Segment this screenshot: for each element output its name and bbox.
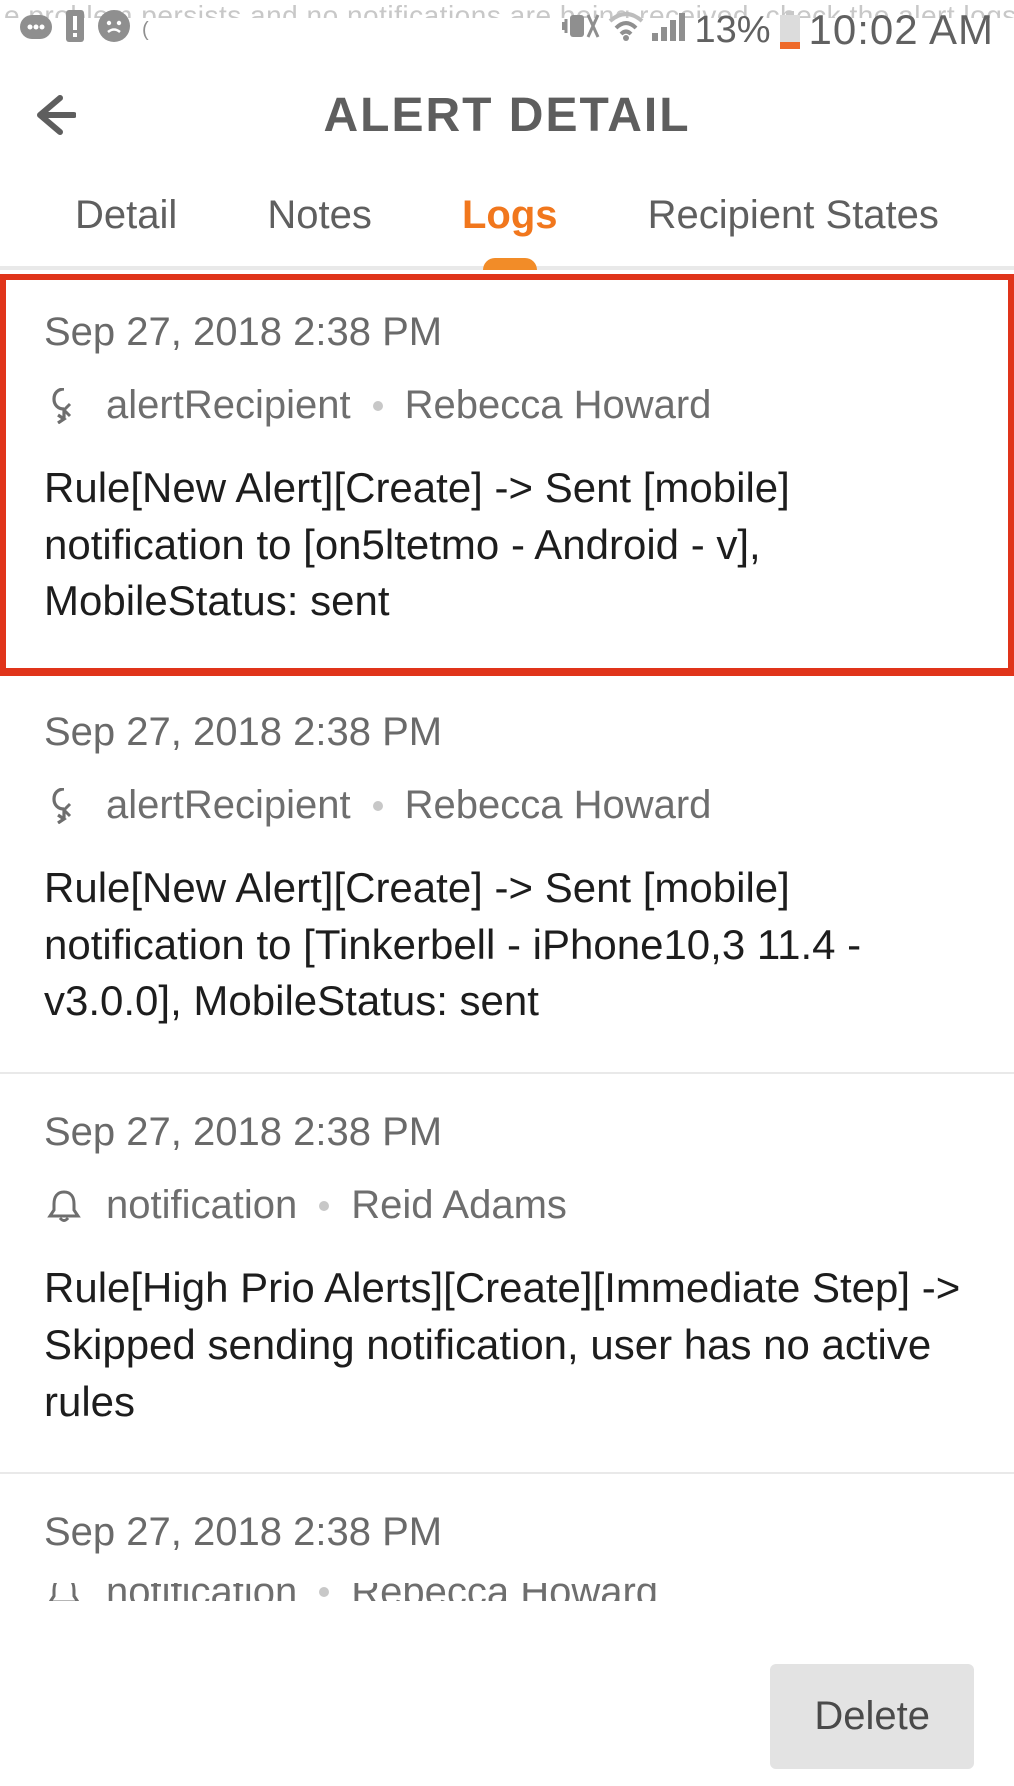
log-type-label: notification — [106, 1583, 297, 1601]
delete-button[interactable]: Delete — [770, 1664, 974, 1769]
log-timestamp: Sep 27, 2018 2:38 PM — [44, 1110, 970, 1155]
status-time: 10:02 AM — [809, 6, 994, 54]
battery-percent: 13% — [694, 9, 770, 52]
log-entry: Sep 27, 2018 2:38 PM notification Reid A… — [0, 1074, 1014, 1474]
tab-notes[interactable]: Notes — [257, 165, 382, 266]
bell-icon — [44, 1186, 84, 1226]
log-message: Rule[New Alert][Create] -> Sent [mobile]… — [44, 860, 970, 1030]
tab-logs[interactable]: Logs — [452, 165, 568, 266]
recipient-icon — [44, 386, 84, 426]
vibrate-mute-icon — [562, 9, 600, 51]
battery-icon — [779, 11, 801, 49]
log-entry: Sep 27, 2018 2:38 PM notification Rebecc… — [0, 1474, 1014, 1646]
log-actor: Rebecca Howard — [405, 383, 712, 428]
tab-recipient-states[interactable]: Recipient States — [638, 165, 949, 266]
log-message: Rule[High Prio Alerts][Create][Immediate… — [44, 1260, 970, 1430]
log-actor: Rebecca Howard — [351, 1583, 658, 1601]
log-timestamp: Sep 27, 2018 2:38 PM — [44, 310, 970, 355]
footer-bar: Delete — [0, 1646, 1014, 1786]
separator-dot-icon — [373, 801, 383, 811]
face-icon — [98, 10, 130, 50]
log-message: Rule[New Alert][Create] -> Sent [mobile]… — [44, 460, 970, 630]
log-timestamp: Sep 27, 2018 2:38 PM — [44, 1510, 970, 1555]
log-timestamp: Sep 27, 2018 2:38 PM — [44, 710, 970, 755]
wifi-icon — [608, 11, 644, 49]
log-actor: Rebecca Howard — [405, 783, 712, 828]
bell-icon — [44, 1583, 84, 1601]
warning-icon — [64, 10, 86, 50]
page-title: ALERT DETAIL — [110, 88, 904, 143]
recipient-icon — [44, 786, 84, 826]
log-entry: Sep 27, 2018 2:38 PM alertRecipient Rebe… — [0, 674, 1014, 1074]
log-entry: Sep 27, 2018 2:38 PM alertRecipient Rebe… — [0, 274, 1014, 674]
log-type-label: notification — [106, 1183, 297, 1228]
tabs: Detail Notes Logs Recipient States — [0, 170, 1014, 270]
extra-dot-icon: ( — [142, 19, 149, 42]
separator-dot-icon — [373, 401, 383, 411]
log-type-label: alertRecipient — [106, 783, 351, 828]
speech-bubble-icon — [20, 13, 52, 47]
cell-signal-icon — [652, 11, 686, 49]
log-actor: Reid Adams — [351, 1183, 567, 1228]
log-type-label: alertRecipient — [106, 383, 351, 428]
logs-list[interactable]: Sep 27, 2018 2:38 PM alertRecipient Rebe… — [0, 274, 1014, 1646]
back-button[interactable] — [30, 92, 110, 138]
separator-dot-icon — [319, 1201, 329, 1211]
android-status-bar: ( 13% 10:02 AM — [0, 0, 1014, 60]
tab-detail[interactable]: Detail — [65, 165, 187, 266]
separator-dot-icon — [319, 1587, 329, 1597]
titlebar: ALERT DETAIL — [0, 60, 1014, 170]
